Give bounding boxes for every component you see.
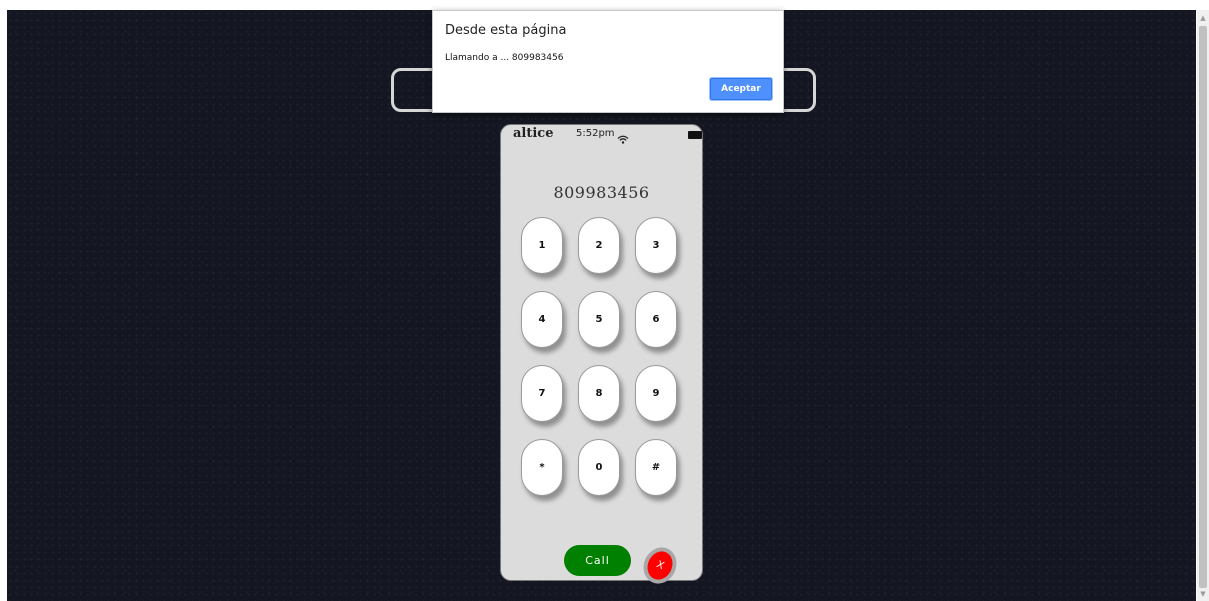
dialog-title: Desde esta página: [445, 23, 567, 38]
wifi-icon: [617, 129, 629, 148]
status-time: 5:52pm: [576, 128, 615, 139]
dialed-number: 809983456: [553, 183, 650, 202]
keypad-key[interactable]: 8: [578, 365, 620, 422]
scroll-down-arrow-icon[interactable]: ▼: [1197, 588, 1209, 600]
accept-button[interactable]: Aceptar: [710, 78, 772, 100]
keypad-key[interactable]: 9: [635, 365, 677, 422]
carrier-label: altice: [513, 126, 554, 141]
battery-icon: [688, 131, 702, 139]
scroll-thumb[interactable]: [1199, 26, 1207, 588]
phone-dialer: altice 5:52pm 809983456 1 2 3 4 5 6 7 8 9 * 0 # Cal…: [500, 124, 703, 590]
alert-dialog: Desde esta página Llamando a ... 8099834…: [432, 10, 784, 113]
keypad-key[interactable]: 0: [578, 439, 620, 496]
scroll-up-arrow-icon[interactable]: ▲: [1197, 12, 1209, 24]
keypad-key[interactable]: 6: [635, 291, 677, 348]
keypad-key[interactable]: 4: [521, 291, 563, 348]
keypad-key[interactable]: 3: [635, 217, 677, 274]
keypad-key[interactable]: 7: [521, 365, 563, 422]
keypad-key[interactable]: 2: [578, 217, 620, 274]
call-button[interactable]: Call: [564, 545, 631, 576]
dialog-message: Llamando a ... 809983456: [445, 53, 564, 63]
keypad-key[interactable]: *: [521, 439, 563, 496]
keypad-key[interactable]: #: [635, 439, 677, 496]
page-scrollbar[interactable]: ▲ ▼: [1197, 10, 1209, 601]
keypad-key[interactable]: 1: [521, 217, 563, 274]
keypad-key[interactable]: 5: [578, 291, 620, 348]
